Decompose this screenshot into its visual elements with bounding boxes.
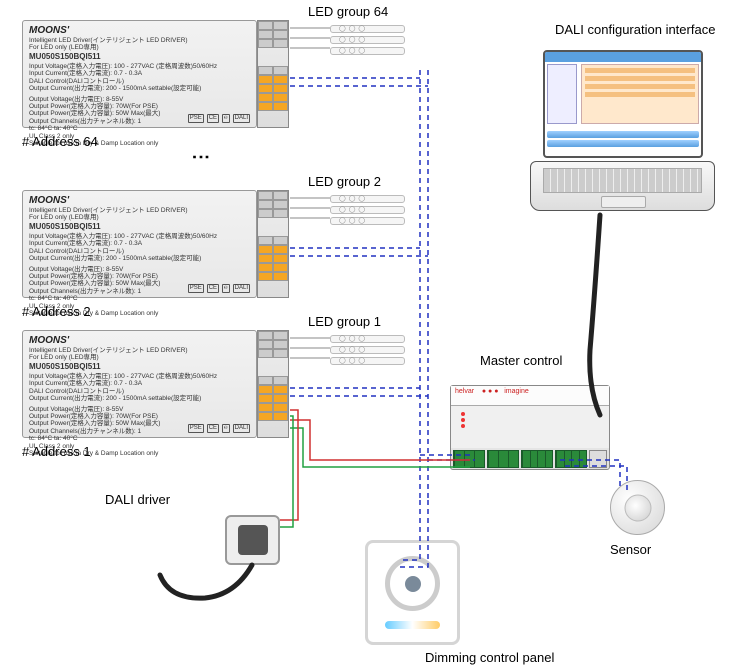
power-outlet bbox=[225, 515, 280, 565]
driver-brand: MOONS' bbox=[29, 25, 250, 37]
address-1-label: # Address 1 bbox=[22, 444, 91, 459]
dimmer-slider-icon bbox=[385, 621, 440, 629]
driver-64-terminal bbox=[257, 20, 289, 128]
led-group-64-label: LED group 64 bbox=[308, 4, 388, 19]
address-2-label: # Address 2 bbox=[22, 304, 91, 319]
master-control-label: Master control bbox=[480, 353, 562, 368]
master-controller: helvar ● ● ● imagine bbox=[450, 385, 610, 470]
laptop bbox=[530, 50, 715, 215]
config-interface-label: DALI configuration interface bbox=[555, 22, 715, 37]
sensor-label: Sensor bbox=[610, 542, 651, 557]
ellipsis-icon: ⋮ bbox=[190, 148, 212, 164]
led-driver-1: MOONS' Intelligent LED Driver(インテリジェント L… bbox=[22, 330, 257, 438]
led-group-2 bbox=[330, 192, 405, 237]
plug-icon bbox=[238, 525, 268, 555]
led-group-2-label: LED group 2 bbox=[308, 174, 381, 189]
laptop-keyboard bbox=[530, 161, 715, 211]
led-group-1-label: LED group 1 bbox=[308, 314, 381, 329]
cert-badges: PSE CE ℮ DALI bbox=[188, 114, 250, 123]
led-driver-64: MOONS' Intelligent LED Driver(インテリジェント L… bbox=[22, 20, 257, 128]
laptop-screen bbox=[543, 50, 703, 158]
master-terminals bbox=[451, 448, 609, 470]
led-group-64 bbox=[330, 22, 405, 67]
address-64-label: # Address 64 bbox=[22, 134, 98, 149]
dimmer-dial-icon bbox=[385, 556, 440, 611]
dali-driver-label: DALI driver bbox=[105, 492, 170, 507]
dimming-panel bbox=[365, 540, 460, 645]
sensor-device bbox=[610, 480, 665, 535]
driver-2-terminal bbox=[257, 190, 289, 298]
led-driver-2: MOONS' Intelligent LED Driver(インテリジェント L… bbox=[22, 190, 257, 298]
driver-1-terminal bbox=[257, 330, 289, 438]
master-label-strip: helvar ● ● ● imagine bbox=[451, 386, 609, 406]
dimmer-label: Dimming control panel bbox=[425, 650, 554, 665]
led-group-1 bbox=[330, 332, 405, 377]
